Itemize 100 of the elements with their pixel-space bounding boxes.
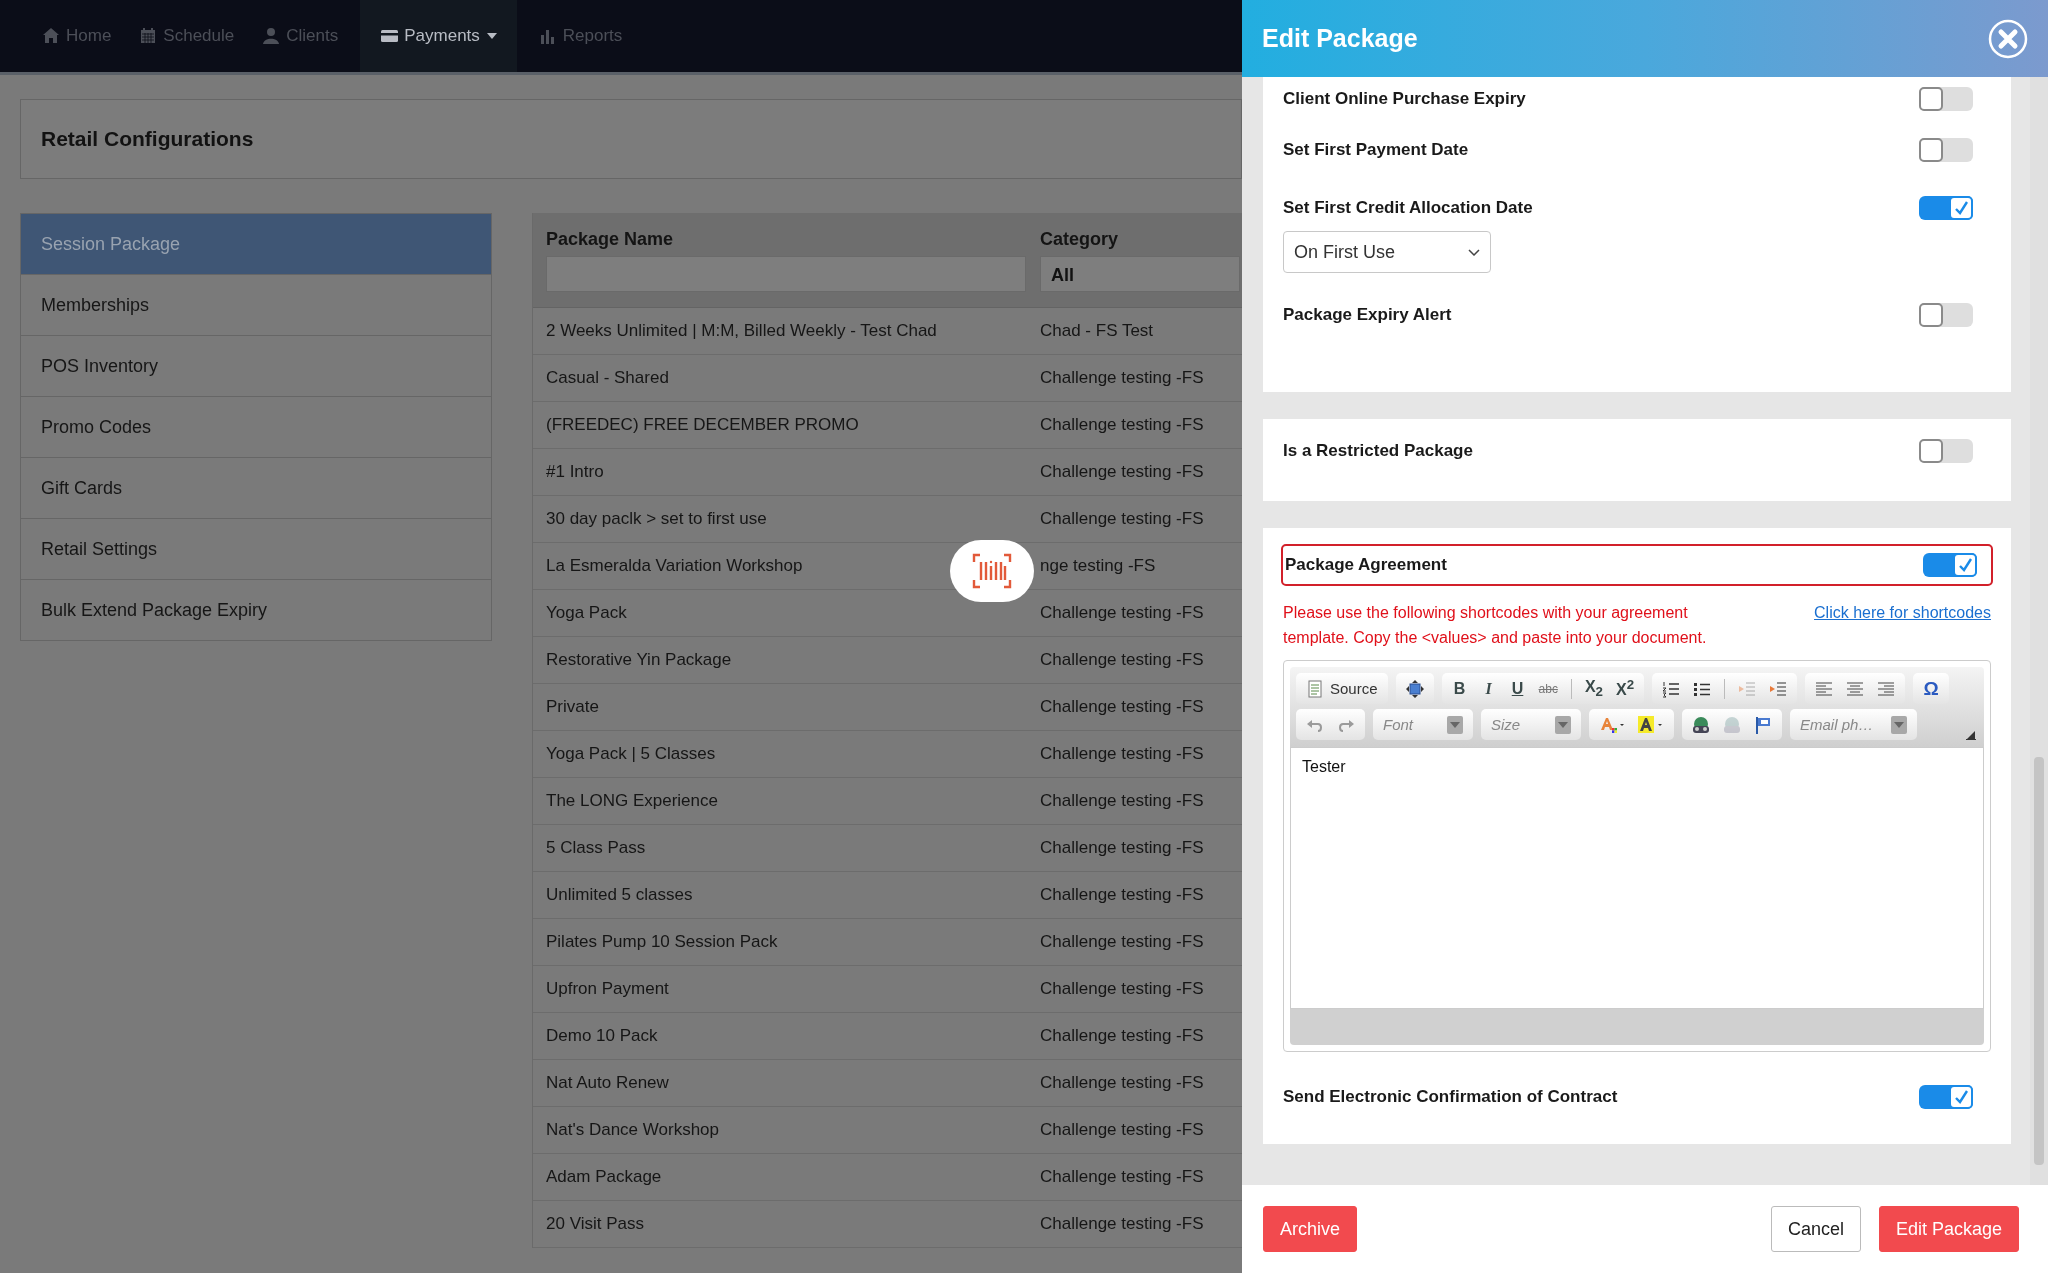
bold-button[interactable]: B xyxy=(1451,679,1468,698)
document-icon xyxy=(1306,679,1324,698)
credit-card-icon xyxy=(380,27,400,45)
table-cell: Challenge testing -FS xyxy=(1040,462,1204,482)
toggle-switch[interactable] xyxy=(1919,303,1973,327)
table-cell: The LONG Experience xyxy=(546,791,718,811)
toggle-switch[interactable] xyxy=(1919,1085,1973,1109)
caret-icon xyxy=(1450,721,1460,728)
setting-label: Set First Payment Date xyxy=(1283,140,1469,160)
shortcodes-link[interactable]: Click here for shortcodes xyxy=(1814,600,1991,650)
text-color-icon[interactable] xyxy=(1599,715,1625,734)
panel-title: Edit Package xyxy=(1262,24,1418,53)
page-title: Retail Configurations xyxy=(41,127,254,151)
table-cell: Demo 10 Pack xyxy=(546,1026,658,1046)
toggle-switch[interactable] xyxy=(1919,87,1973,111)
sidebar-item[interactable]: Memberships xyxy=(20,275,492,336)
table-cell: Challenge testing -FS xyxy=(1040,650,1204,670)
instruction-text: Please use the following shortcodes with your agreement template. Copy the <values> and paste into your document. xyxy=(1283,603,1708,648)
table-cell: Challenge testing -FS xyxy=(1040,1026,1204,1046)
toggle-switch[interactable] xyxy=(1919,196,1973,220)
table-cell: Challenge testing -FS xyxy=(1040,368,1204,388)
table-cell: Challenge testing -FS xyxy=(1040,1120,1204,1140)
table-cell: Private xyxy=(546,697,599,717)
person-icon xyxy=(262,27,282,45)
italic-button[interactable]: I xyxy=(1480,679,1497,698)
sidebar-item[interactable]: Bulk Extend Package Expiry xyxy=(20,580,492,641)
table-cell: 2 Weeks Unlimited | M:M, Billed Weekly - Test Chad xyxy=(546,321,937,341)
nav-item[interactable]: Home xyxy=(28,0,126,72)
column-header: Category xyxy=(1040,229,1120,250)
toggle-switch[interactable] xyxy=(1919,439,1973,463)
special-character-button[interactable]: Ω xyxy=(1923,677,1940,700)
strikethrough-button[interactable]: abc xyxy=(1538,681,1558,696)
sidebar-item[interactable]: Retail Settings xyxy=(20,519,492,580)
indent-icon[interactable] xyxy=(1769,679,1788,698)
table-cell: Casual - Shared xyxy=(546,368,669,388)
nav-item[interactable]: Schedule xyxy=(125,0,249,72)
setting-label: Send Electronic Confirmation of Contract xyxy=(1283,1087,1618,1107)
dropdown-select[interactable]: On First Use xyxy=(1283,231,1491,273)
sidebar-item[interactable]: Session Package xyxy=(20,213,492,275)
align-center-icon[interactable] xyxy=(1846,679,1865,698)
cancel-button[interactable]: Cancel xyxy=(1770,1206,1861,1252)
subscript-button[interactable]: X$_{2}$ xyxy=(1584,677,1603,700)
align-left-icon[interactable] xyxy=(1815,679,1834,698)
scrollbar[interactable] xyxy=(2030,77,2048,1185)
editor-text-area[interactable]: Tester xyxy=(1290,747,1984,1009)
toggle-switch[interactable] xyxy=(1923,553,1977,577)
maximize-icon[interactable] xyxy=(1405,679,1424,698)
setting-label: Set First Credit Allocation Date xyxy=(1283,198,1533,218)
link-icon[interactable] xyxy=(1692,715,1710,734)
table-cell: nge testing -FS xyxy=(1040,556,1156,576)
setting-label: Client Online Purchase Expiry xyxy=(1283,89,1526,109)
table-cell: Unlimited 5 classes xyxy=(546,885,693,905)
flag-icon[interactable] xyxy=(1754,715,1772,734)
table-cell: La Esmeralda Variation Workshop xyxy=(546,556,803,576)
table-cell: Nat's Dance Workshop xyxy=(546,1120,719,1140)
highlight-color-icon[interactable] xyxy=(1638,715,1664,734)
numbered-list-icon[interactable] xyxy=(1662,679,1681,698)
toolbar-dropdown[interactable]: Size xyxy=(1491,715,1571,734)
setting-label: Package Agreement xyxy=(1285,555,1447,575)
action-button[interactable]: Archive xyxy=(1263,1206,1358,1252)
toggle-switch[interactable] xyxy=(1919,138,1973,162)
table-cell: 20 Visit Pass xyxy=(546,1214,644,1234)
table-cell: Challenge testing -FS xyxy=(1040,509,1204,529)
toolbar-dropdown[interactable]: Email ph… xyxy=(1800,715,1908,734)
table-cell: Challenge testing -FS xyxy=(1040,791,1204,811)
table-cell: Challenge testing -FS xyxy=(1040,885,1204,905)
nav-item[interactable]: Reports xyxy=(524,0,637,72)
nav-item[interactable]: Clients xyxy=(248,0,353,72)
column-header: Package Name xyxy=(546,229,675,250)
close-icon[interactable] xyxy=(1988,18,2028,59)
table-cell: Challenge testing -FS xyxy=(1040,697,1204,717)
action-button[interactable]: Edit Package xyxy=(1878,1206,2019,1252)
table-cell: #1 Intro xyxy=(546,462,604,482)
underline-button[interactable]: U xyxy=(1509,679,1526,698)
table-cell: Challenge testing -FS xyxy=(1040,1214,1204,1234)
table-cell: (FREEDEC) FREE DECEMBER PROMO xyxy=(546,415,859,435)
table-cell: Chad - FS Test xyxy=(1040,321,1154,341)
nav-item[interactable]: Payments xyxy=(360,0,517,72)
table-cell: Pilates Pump 10 Session Pack xyxy=(546,932,778,952)
table-cell: Restorative Yin Package xyxy=(546,650,732,670)
align-right-icon[interactable] xyxy=(1877,679,1896,698)
superscript-button[interactable]: X$^{2}$ xyxy=(1616,677,1635,700)
table-cell: Nat Auto Renew xyxy=(546,1073,669,1093)
collapse-icon[interactable] xyxy=(1966,730,1976,740)
source-button[interactable]: Source xyxy=(1306,679,1378,698)
caret-icon xyxy=(1558,721,1568,728)
home-icon xyxy=(42,27,61,45)
filter-dropdown[interactable]: All xyxy=(1040,256,1240,292)
table-cell: 5 Class Pass xyxy=(546,838,646,858)
toolbar-dropdown[interactable]: Font xyxy=(1383,715,1463,734)
table-cell: Challenge testing -FS xyxy=(1040,932,1204,952)
table-cell: Challenge testing -FS xyxy=(1040,1167,1204,1187)
table-cell: Yoga Pack xyxy=(546,603,627,623)
table-cell: Challenge testing -FS xyxy=(1040,603,1204,623)
chevron-down-icon xyxy=(1468,248,1480,256)
table-cell: 30 day paclk > set to first use xyxy=(546,509,767,529)
sidebar-item[interactable]: Gift Cards xyxy=(20,458,492,519)
sidebar-item[interactable]: POS Inventory xyxy=(20,336,492,397)
check-icon xyxy=(1958,558,1972,572)
sidebar-item[interactable]: Promo Codes xyxy=(20,397,492,458)
